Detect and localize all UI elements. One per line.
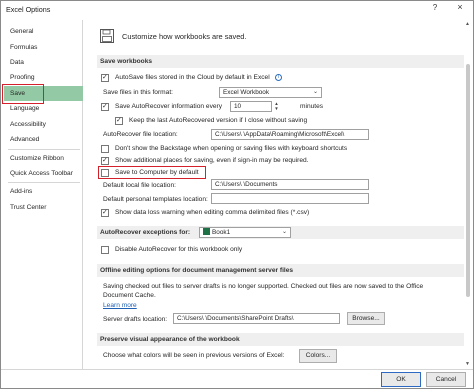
browse-button[interactable]: Browse... (347, 312, 385, 325)
colors-description: Choose what colors will be seen in previ… (103, 352, 285, 359)
sidebar-item-advanced[interactable]: Advanced (4, 132, 83, 147)
sidebar-divider (8, 149, 80, 150)
scroll-up-arrow-icon[interactable]: ▲ (465, 21, 470, 27)
offline-editing-text-line2: Document Cache. (103, 292, 156, 299)
autosave-checkbox[interactable] (101, 73, 109, 82)
chevron-down-icon: ⌄ (281, 229, 287, 235)
sidebar-item-proofing[interactable]: Proofing (4, 70, 83, 85)
data-loss-warning-label: Show data loss warning when editing comm… (115, 209, 310, 216)
window-title: Excel Options (6, 5, 51, 14)
sidebar-item-accessibility[interactable]: Accessibility (4, 117, 83, 132)
excel-workbook-icon (203, 228, 210, 235)
additional-places-label: Show additional places for saving, even … (115, 157, 309, 164)
autosave-label: AutoSave files stored in the Cloud by de… (115, 74, 270, 81)
autorecover-location-input[interactable]: C:\Users\ \AppData\Roaming\Microsoft\Exc… (211, 129, 369, 140)
section-save-workbooks: Save workbooks (97, 55, 464, 68)
sidebar-divider (8, 182, 80, 183)
minutes-spinner[interactable]: ▲ ▼ (273, 101, 280, 112)
save-to-computer-checkbox[interactable] (101, 169, 109, 177)
excel-options-window: Excel Options ? × General Formulas Data … (0, 0, 474, 389)
default-local-location-input[interactable]: C:\Users\ \Documents (211, 179, 369, 190)
server-drafts-label: Server drafts location: (103, 316, 168, 323)
sidebar-item-quick-access-toolbar[interactable]: Quick Access Toolbar (4, 166, 83, 181)
backstage-label: Don't show the Backstage when opening or… (115, 145, 348, 152)
server-drafts-input[interactable]: C:\Users\ \Documents\SharePoint Drafts\ (173, 313, 340, 324)
save-to-computer-label: Save to Computer by default (115, 169, 199, 176)
learn-more-link[interactable]: Learn more (103, 302, 137, 309)
disable-autorecover-label: Disable AutoRecover for this workbook on… (115, 246, 243, 253)
sidebar-item-customize-ribbon[interactable]: Customize Ribbon (4, 151, 83, 166)
additional-places-checkbox[interactable] (101, 156, 109, 165)
save-options-panel: Customize how workbooks are saved. Save … (89, 20, 464, 369)
minutes-label: minutes (300, 103, 324, 110)
sidebar-item-add-ins[interactable]: Add-ins (4, 184, 83, 199)
save-format-value: Excel Workbook (223, 89, 270, 96)
section-offline-editing: Offline editing options for document man… (97, 264, 464, 277)
footer-divider (1, 369, 473, 370)
backstage-checkbox[interactable] (101, 145, 109, 153)
autorecover-exceptions-title: AutoRecover exceptions for: (100, 229, 191, 236)
disable-autorecover-checkbox[interactable] (101, 246, 109, 254)
keep-last-version-label: Keep the last AutoRecovered version if I… (129, 117, 308, 124)
page-header-text: Customize how workbooks are saved. (122, 32, 247, 41)
keep-last-version-checkbox[interactable] (115, 116, 123, 125)
sidebar-item-trust-center[interactable]: Trust Center (4, 200, 83, 215)
personal-templates-input[interactable] (211, 193, 369, 204)
save-format-label: Save files in this format: (103, 89, 173, 96)
scroll-down-arrow-icon[interactable]: ▼ (465, 361, 470, 367)
save-format-select[interactable]: Excel Workbook ⌄ (219, 87, 322, 98)
autorecover-minutes-input[interactable]: 10 (230, 101, 272, 112)
default-local-location-label: Default local file location: (103, 182, 176, 189)
save-highlight-box (2, 84, 44, 104)
close-icon[interactable]: × (453, 2, 467, 16)
autorecover-label: Save AutoRecover information every (115, 103, 223, 110)
ok-button[interactable]: OK (381, 372, 421, 387)
cancel-button[interactable]: Cancel (426, 372, 466, 387)
floppy-disk-icon (100, 29, 114, 43)
offline-editing-text-line1: Saving checked out files to server draft… (103, 283, 424, 290)
options-sidebar: General Formulas Data Proofing Save Lang… (4, 20, 83, 369)
autorecover-workbook-select[interactable]: Book1 ⌄ (199, 227, 291, 238)
sidebar-item-formulas[interactable]: Formulas (4, 40, 83, 55)
autorecover-checkbox[interactable] (101, 102, 109, 111)
chevron-down-icon: ⌄ (312, 89, 318, 95)
data-loss-warning-checkbox[interactable] (101, 208, 109, 217)
section-preserve-visual: Preserve visual appearance of the workbo… (97, 333, 464, 346)
sidebar-item-data[interactable]: Data (4, 55, 83, 70)
personal-templates-label: Default personal templates location: (103, 196, 208, 203)
title-bar: Excel Options ? × (1, 1, 473, 19)
colors-button[interactable]: Colors... (299, 349, 337, 363)
sidebar-item-general[interactable]: General (4, 24, 83, 39)
autorecover-workbook-value: Book1 (212, 229, 231, 236)
help-icon[interactable]: ? (429, 3, 441, 15)
info-icon[interactable]: i (275, 74, 282, 81)
autorecover-location-label: AutoRecover file location: (103, 131, 178, 138)
vertical-scrollbar-thumb[interactable] (466, 64, 470, 297)
